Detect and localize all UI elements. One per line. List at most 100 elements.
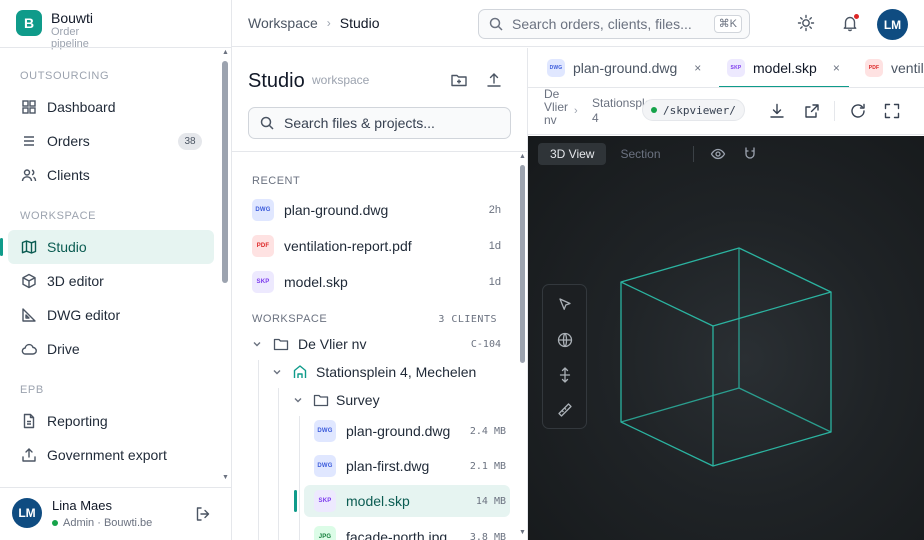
users-icon [20,166,38,184]
viewer-path: /skpviewer/ [663,103,736,117]
sidebar-item-label: Dashboard [47,99,116,115]
file-size: 3.8 MB [469,531,506,540]
sidebar-item-dashboard[interactable]: Dashboard [8,90,214,124]
workspace-client-count: 3 CLIENTS [438,314,497,325]
fullscreen-icon[interactable] [883,102,901,120]
global-search[interactable]: ⌘K [478,9,750,39]
tab-plan-ground[interactable]: DWG plan-ground.dwg × [547,48,701,87]
viewer-toolbar: De Vlier nv › Stationsplein 4 /skpviewer… [528,88,924,135]
sidebar-item-label: Reporting [47,413,108,429]
file-search-input[interactable] [284,115,504,131]
logout-icon[interactable] [194,505,212,523]
sidebar-item-clients[interactable]: Clients [8,158,214,192]
file-name: model.skp [346,493,410,509]
pdf-file-icon: PDF [865,59,883,77]
scroll-down-arrow[interactable]: ▼ [222,474,229,481]
nav-section-title: EPB [20,384,44,396]
chevron-down-icon[interactable] [292,394,304,406]
online-status-dot [52,520,58,526]
tab-ventilation-report[interactable]: PDF ventilation-report.pdf [865,48,924,87]
ruler-triangle-icon [20,306,38,324]
panel-title: Studio [248,70,305,92]
tab-label: plan-ground.dwg [573,60,678,76]
tree-file-row-selected[interactable]: SKP model.skp 14 MB [294,485,510,517]
dwg-file-icon: DWG [547,59,565,77]
pdf-file-icon: PDF [252,235,274,257]
client-code: C-104 [470,338,501,350]
recent-file[interactable]: DWG plan-ground.dwg 2h [232,194,518,226]
close-icon[interactable]: × [694,61,701,75]
dwg-file-icon: DWG [252,199,274,221]
brand[interactable]: B Bouwti Order pipeline [16,9,111,50]
cube-icon [20,272,38,290]
sidebar-item-studio[interactable]: Studio [0,230,214,264]
status-dot [651,107,657,113]
user-name: Lina Maes [52,498,112,513]
search-icon [260,116,274,130]
tab-label: model.skp [753,60,817,76]
sidebar-scrollbar[interactable]: ▲ ▼ [222,49,229,481]
orders-count-badge: 38 [178,133,202,150]
avatar[interactable]: LM [877,9,908,40]
close-icon[interactable]: × [833,61,840,75]
theme-toggle-icon[interactable] [797,14,815,32]
chevron-right-icon: › [574,105,578,117]
recent-file[interactable]: PDF ventilation-report.pdf 1d [232,230,518,262]
scrollbar-thumb[interactable] [520,165,525,363]
sidebar-item-3d-editor[interactable]: 3D editor [8,264,214,298]
user-card: LM Lina Maes Admin · Bouwti.be [0,487,232,540]
global-search-input[interactable] [512,16,722,32]
scroll-up-arrow[interactable]: ▲ [519,153,526,160]
scrollbar-thumb[interactable] [222,61,228,283]
file-name: plan-first.dwg [346,458,430,474]
file-panel-scrollbar[interactable]: ▲ ▼ [519,153,526,540]
tree-folder-row[interactable]: Survey [232,384,518,416]
tree-file-row[interactable]: DWG plan-first.dwg 2.1 MB [232,450,518,482]
sidebar-item-drive[interactable]: Drive [8,332,214,366]
recent-file[interactable]: SKP model.skp 1d [232,266,518,298]
tree-file-row[interactable]: JPG facade-north.jpg 3.8 MB [232,521,518,540]
bell-icon[interactable] [841,13,860,32]
cube-outline [620,282,832,467]
tab-model[interactable]: SKP model.skp × [719,48,849,87]
skp-file-icon: SKP [252,271,274,293]
file-name: plan-ground.dwg [346,423,451,439]
file-search[interactable] [248,107,511,139]
file-name: plan-ground.dwg [284,202,389,218]
file-tabs: DWG plan-ground.dwg × SKP model.skp × PD… [528,48,924,88]
cloud-icon [20,340,38,358]
search-icon [489,17,503,31]
jpg-file-icon: JPG [314,526,336,540]
breadcrumb-item[interactable]: Workspace [248,15,318,31]
sidebar-item-label: Government export [47,447,167,463]
scroll-up-arrow[interactable]: ▲ [222,49,229,56]
user-role: Admin · Bouwti.be [52,517,152,529]
refresh-icon[interactable] [849,102,867,120]
download-icon[interactable] [768,102,786,120]
sidebar: B Bouwti Order pipeline OUTSOURCING Dash… [0,0,232,540]
open-external-icon[interactable] [803,102,821,120]
chevron-down-icon[interactable] [271,366,283,378]
tree-file-row[interactable]: DWG plan-ground.dwg 2.4 MB [232,415,518,447]
user-role-label: Admin · Bouwti.be [63,517,153,529]
cube-back-edges [620,248,832,433]
skp-file-icon: SKP [727,59,745,77]
avatar[interactable]: LM [12,498,42,528]
file-age: 1d [488,276,501,288]
new-folder-icon[interactable] [450,71,468,89]
upload-icon[interactable] [485,71,503,89]
file-size: 14 MB [475,495,506,507]
viewer-breadcrumb-client[interactable]: De Vlier nv [544,88,568,127]
sidebar-item-orders[interactable]: Orders 38 [8,124,214,158]
sidebar-item-dwg-editor[interactable]: DWG editor [8,298,214,332]
sidebar-item-government-export[interactable]: Government export [8,438,214,472]
report-icon [20,412,38,430]
scroll-down-arrow[interactable]: ▼ [519,529,526,536]
chevron-down-icon[interactable] [251,338,263,350]
file-viewer: DWG plan-ground.dwg × SKP model.skp × PD… [528,48,924,540]
folder-name: Survey [336,392,380,408]
notification-dot [853,13,860,20]
sidebar-item-reporting[interactable]: Reporting [8,404,214,438]
3d-viewport[interactable]: 3D View Section [528,136,924,540]
sidebar-item-label: 3D editor [47,273,104,289]
